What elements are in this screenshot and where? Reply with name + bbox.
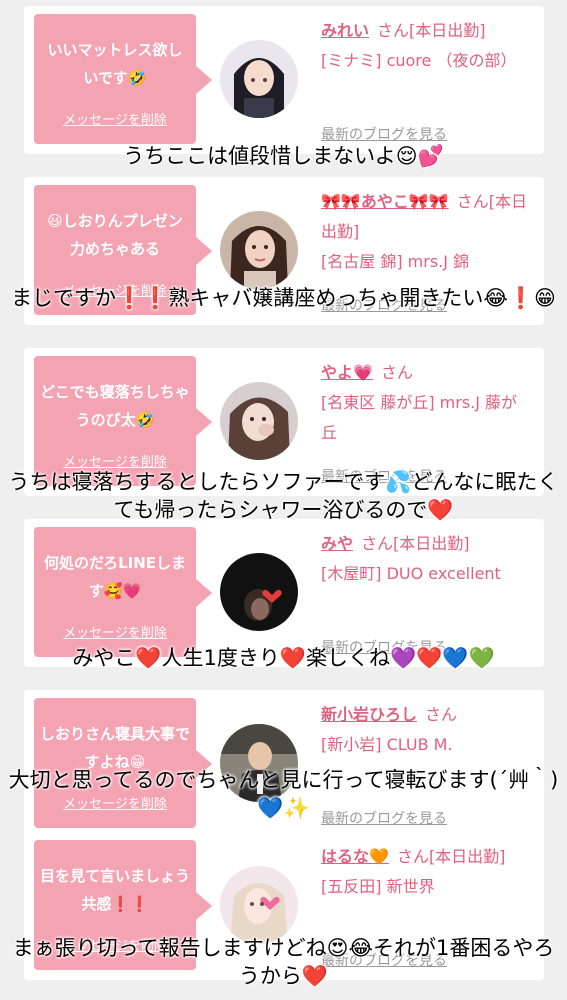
avatar[interactable]: [220, 211, 298, 289]
cast-info: みれい さん[本日出勤] [ミナミ] cuore （夜の部）: [321, 16, 533, 76]
cast-info: 🎀🎀あやこ🎀🎀 さん[本日出勤] [名古屋 錦] mrs.J 錦: [321, 187, 533, 277]
cast-info: はるな🧡 さん[本日出勤] [五反田] 新世界: [321, 842, 533, 902]
cast-name-link[interactable]: 新小岩ひろし: [321, 705, 417, 724]
avatar[interactable]: [220, 866, 298, 944]
cast-status: さん[本日出勤]: [377, 21, 486, 40]
avatar[interactable]: [220, 40, 298, 118]
caption-text: 大切と思ってるのでちゃんと見に行って寝転びます(´艸｀)💙✨: [8, 768, 559, 820]
delete-message-link[interactable]: メッセージを削除: [34, 622, 196, 641]
cast-name-link[interactable]: 🎀🎀あやこ🎀🎀: [321, 192, 449, 211]
delete-message-link[interactable]: メッセージを削除: [34, 109, 196, 128]
cast-name-link[interactable]: はるな🧡: [321, 847, 389, 866]
latest-blog-link[interactable]: 最新のブログを見る: [321, 124, 447, 144]
message-bubble: どこでも寝落ちしちゃうのび太🤣 メッセージを削除: [34, 356, 212, 486]
avatar[interactable]: [220, 382, 298, 460]
shop-name: [新小岩] CLUB M.: [321, 735, 453, 754]
cast-name-link[interactable]: やよ💗: [321, 363, 373, 382]
cast-info: やよ💗 さん [名東区 藤が丘] mrs.J 藤が丘: [321, 358, 533, 448]
message-text: いいマットレス欲しいです🤣: [47, 41, 183, 87]
cast-status: さん[本日出勤]: [361, 534, 470, 553]
shop-name: [五反田] 新世界: [321, 877, 435, 896]
cast-info: みや さん[本日出勤] [木屋町] DUO excellent: [321, 529, 533, 589]
message-text: 😃しおりんプレゼン力めちゃある: [47, 212, 183, 258]
cast-status: さん: [380, 363, 413, 382]
cast-status: さん[本日出勤]: [396, 847, 506, 866]
message-text: 何処のだろLINEします🥰💗: [43, 554, 187, 600]
caption-text: うちここは値段惜しまないよ😌💕: [123, 144, 444, 168]
caption-text: まぁ張り切って報告しますけどね😍😂それが1番困るやろうから❤️: [12, 936, 555, 988]
message-bubble: いいマットレス欲しいです🤣 メッセージを削除: [34, 14, 212, 144]
cast-status: さん: [425, 705, 458, 724]
cast-info: 新小岩ひろし さん [新小岩] CLUB M.: [321, 700, 533, 760]
message-text: どこでも寝落ちしちゃうのび太🤣: [40, 383, 190, 429]
shop-name: [名古屋 錦] mrs.J 錦: [321, 252, 470, 271]
cast-name-link[interactable]: みれい: [321, 21, 369, 40]
message-card: いいマットレス欲しいです🤣 メッセージを削除 みれい さん[本日出勤] [ミナミ]…: [24, 6, 544, 154]
message-text: 目を見て言いましょう共感❗️❗️: [40, 867, 191, 913]
caption-text: うちは寝落ちするとしたらソファーです💦どんなに眠たくても帰ったらシャワー浴びるの…: [8, 470, 559, 522]
avatar[interactable]: [220, 553, 298, 631]
cast-name-link[interactable]: みや: [321, 534, 353, 553]
shop-name: [木屋町] DUO excellent: [321, 564, 501, 583]
message-bubble: 何処のだろLINEします🥰💗 メッセージを削除: [34, 527, 212, 657]
caption-text: まじですか❗️❗️熟キャバ嬢講座めっちゃ開きたい😂❗️😁: [11, 286, 556, 310]
shop-name: [ミナミ] cuore （夜の部）: [321, 51, 517, 70]
caption-text: みやこ❤️人生1度きり❤️楽しくね💜❤️💙💚: [72, 646, 495, 670]
shop-name: [名東区 藤が丘] mrs.J 藤が丘: [321, 393, 518, 442]
